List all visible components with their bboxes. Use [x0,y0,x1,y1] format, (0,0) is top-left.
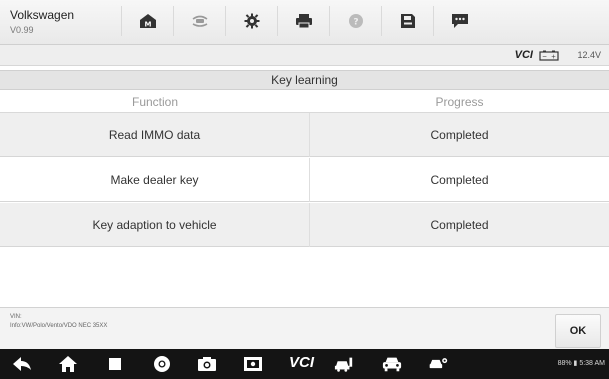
home-nav-button[interactable] [58,355,78,373]
car-remote-icon [429,358,448,369]
vci-nav-button[interactable]: VCI [289,354,314,371]
vehicle-info-panel: VIN: Info:VW/Polo/Vento/VDO NEC 35XX OK [0,307,609,349]
vin-label: VIN: [10,314,22,320]
car-scan-icon [334,357,353,372]
system-navigation-bar: VCI 88% ▮ 5:38 AM [0,349,609,379]
screenshot-icon [244,357,262,371]
app-name: Volkswagen [10,8,75,22]
system-status: 88% ▮ 5:38 AM [557,360,605,367]
home-icon [59,356,77,372]
recent-apps-icon [109,358,121,370]
vehicle-scan-button[interactable] [334,355,354,373]
home-button[interactable]: M [121,6,173,36]
table-header: Function Progress [0,91,609,113]
column-header-function: Function [131,95,179,109]
vehicle-info-text: Info:VW/Polo/Vento/VDO NEC 35XX [10,323,108,329]
back-button[interactable] [12,355,32,373]
browser-button[interactable] [152,355,172,373]
progress-cell: Completed [430,128,489,142]
svg-text:+: + [551,54,556,61]
camera-icon [198,357,216,371]
voltage-reading: 12.4V [577,50,601,60]
help-button[interactable]: ? [329,6,381,36]
top-toolbar: Volkswagen V0.99 M ? [0,0,609,45]
page-title: Key learning [0,70,609,90]
table-row: Make dealer key Completed [0,158,609,202]
vehicle-swap-button[interactable] [173,6,225,36]
back-arrow-icon [13,357,31,371]
battery-icon: − + [539,50,559,61]
function-cell: Key adaption to vehicle [0,203,310,247]
save-button[interactable] [381,6,433,36]
chrome-icon [154,356,170,372]
remote-service-button[interactable] [428,355,448,373]
vehicle-menu-button[interactable] [382,355,402,373]
message-icon [451,14,468,28]
recent-apps-button[interactable] [105,355,125,373]
car-front-icon [382,357,402,372]
function-cell: Read IMMO data [0,113,310,157]
progress-cell: Completed [430,173,489,187]
table-row: Read IMMO data Completed [0,113,609,157]
app-version: V0.99 [10,25,34,35]
ok-button[interactable]: OK [555,314,601,348]
settings-button[interactable] [225,6,277,36]
save-icon [400,14,415,28]
svg-text:M: M [144,21,151,29]
vehicle-swap-icon [192,15,207,27]
printer-icon [295,14,312,29]
settings-gear-icon [244,13,259,29]
screenshot-button[interactable] [243,355,263,373]
function-cell: Make dealer key [0,158,310,202]
progress-cell: Completed [430,218,489,232]
table-row: Key adaption to vehicle Completed [0,203,609,247]
vci-status-strip: VCI − + 12.4V [0,45,609,66]
vci-logo: VCI [514,49,533,61]
message-button[interactable] [433,6,485,36]
help-icon: ? [348,14,363,28]
svg-text:?: ? [353,18,358,28]
camera-button[interactable] [197,355,217,373]
column-header-progress: Progress [435,95,484,109]
svg-text:−: − [542,54,547,61]
print-button[interactable] [277,6,329,36]
home-m-icon: M [139,14,156,29]
